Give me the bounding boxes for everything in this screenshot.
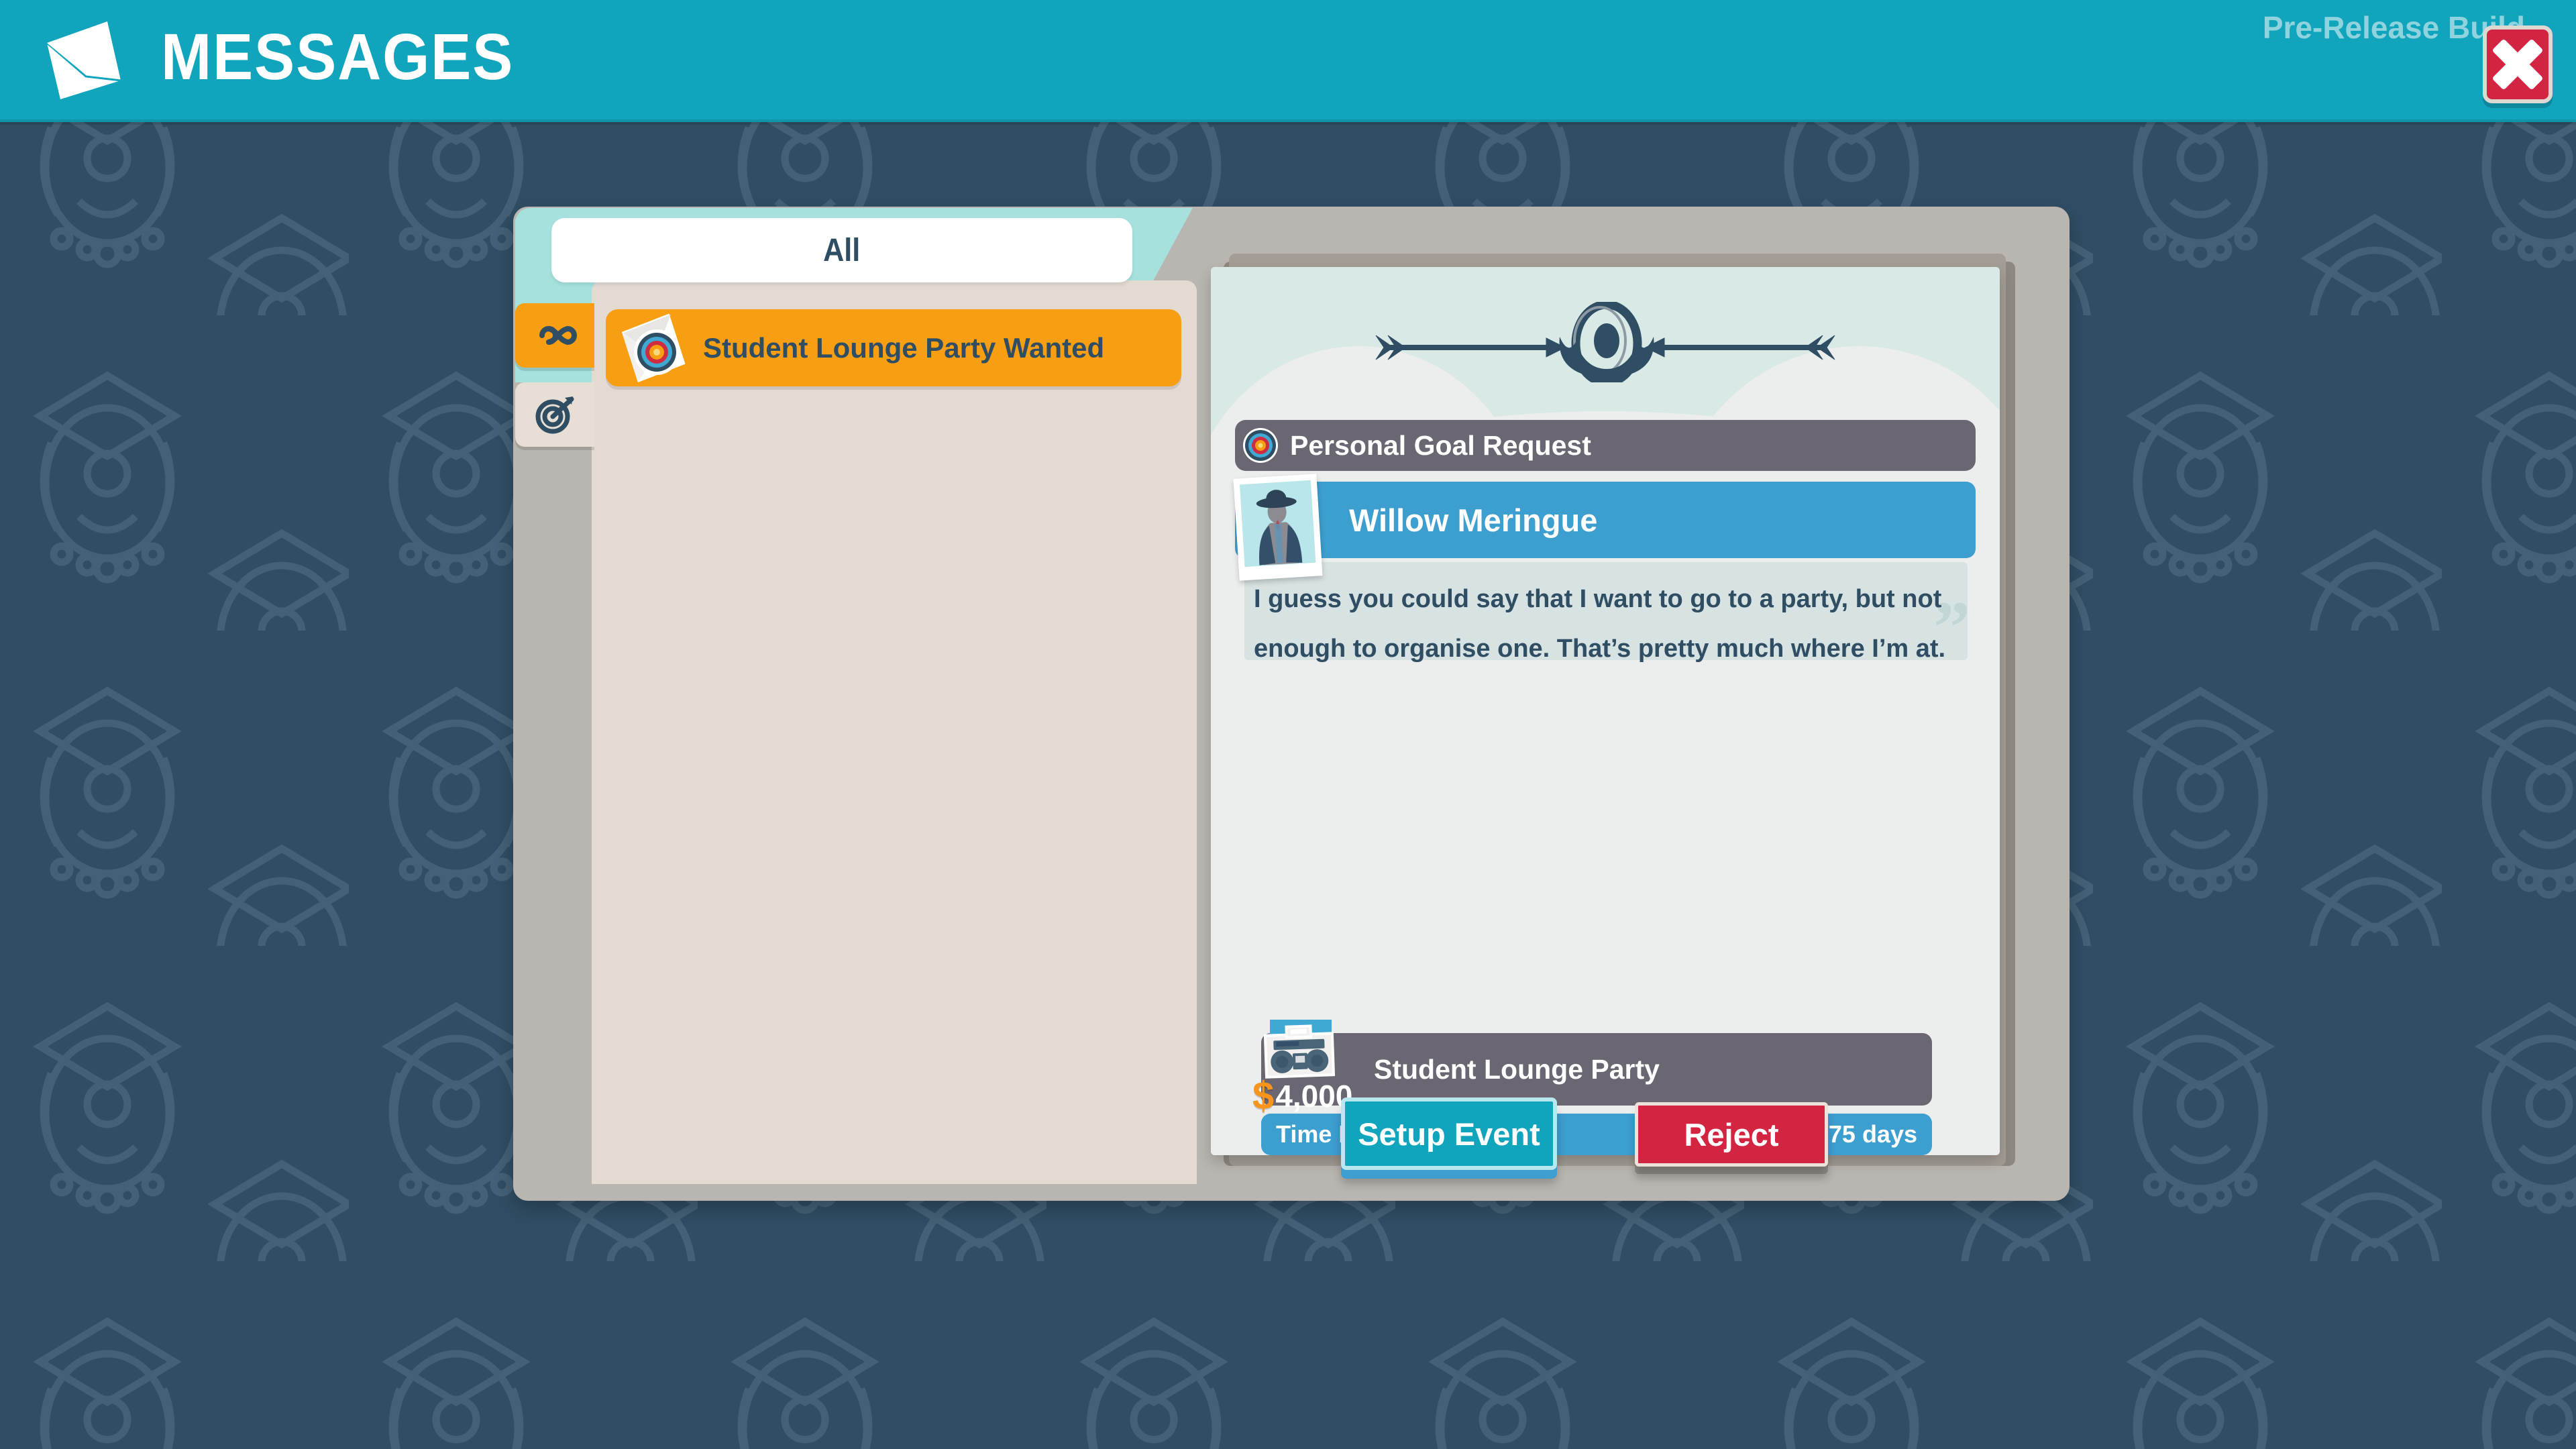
message-list[interactable] xyxy=(592,280,1197,1184)
header-divider xyxy=(0,119,2576,125)
reward-row: Student Lounge Party xyxy=(1261,1033,1932,1106)
setup-event-button[interactable]: Setup Event xyxy=(1341,1097,1557,1170)
reject-label: Reject xyxy=(1684,1116,1779,1152)
envelope-icon xyxy=(46,21,121,99)
close-button[interactable] xyxy=(2483,25,2553,103)
infinity-icon xyxy=(539,326,577,345)
character-portrait xyxy=(1240,480,1316,568)
quote-line-2: enough to organise one. That’s pretty mu… xyxy=(1254,635,1946,663)
reward-name: Student Lounge Party xyxy=(1374,1053,1660,1085)
goal-request-label: Personal Goal Request xyxy=(1290,429,1591,461)
app-header: MESSAGES Pre-Release Build xyxy=(0,0,2576,125)
list-item-title: Student Lounge Party Wanted xyxy=(703,331,1105,364)
cost-badge: $ 4,000 xyxy=(1252,1074,1352,1118)
time-remaining-value: 275 days xyxy=(1815,1120,1917,1148)
quote-line-1: I guess you could say that I want to go … xyxy=(1254,585,1942,613)
tab-all-label: All xyxy=(823,232,861,268)
goal-request-banner: Personal Goal Request xyxy=(1235,420,1976,471)
setup-event-label: Setup Event xyxy=(1358,1116,1540,1152)
sidebar-filter-all[interactable] xyxy=(515,303,594,368)
quote-text: I guess you could say that I want to go … xyxy=(1254,574,1951,674)
bullseye-icon xyxy=(1243,428,1278,463)
currency-symbol: $ xyxy=(1252,1074,1275,1118)
reject-button[interactable]: Reject xyxy=(1635,1102,1828,1167)
sidebar-filter-goals[interactable] xyxy=(515,382,594,447)
list-item[interactable]: Student Lounge Party Wanted xyxy=(606,309,1181,386)
arrows-target-ornament xyxy=(1375,302,1835,382)
avatar xyxy=(1233,474,1323,581)
page-title: MESSAGES xyxy=(161,20,515,93)
sender-bar: Willow Meringue xyxy=(1235,482,1976,558)
tab-all[interactable]: All xyxy=(551,218,1132,282)
envelope-target-icon xyxy=(621,313,686,383)
character-portrait-icon xyxy=(1240,480,1316,568)
letter-detail-panel: Personal Goal Request Willow Meringue “ … xyxy=(1211,267,2000,1155)
sender-name: Willow Meringue xyxy=(1349,502,1598,538)
target-arrow-icon xyxy=(535,396,574,434)
